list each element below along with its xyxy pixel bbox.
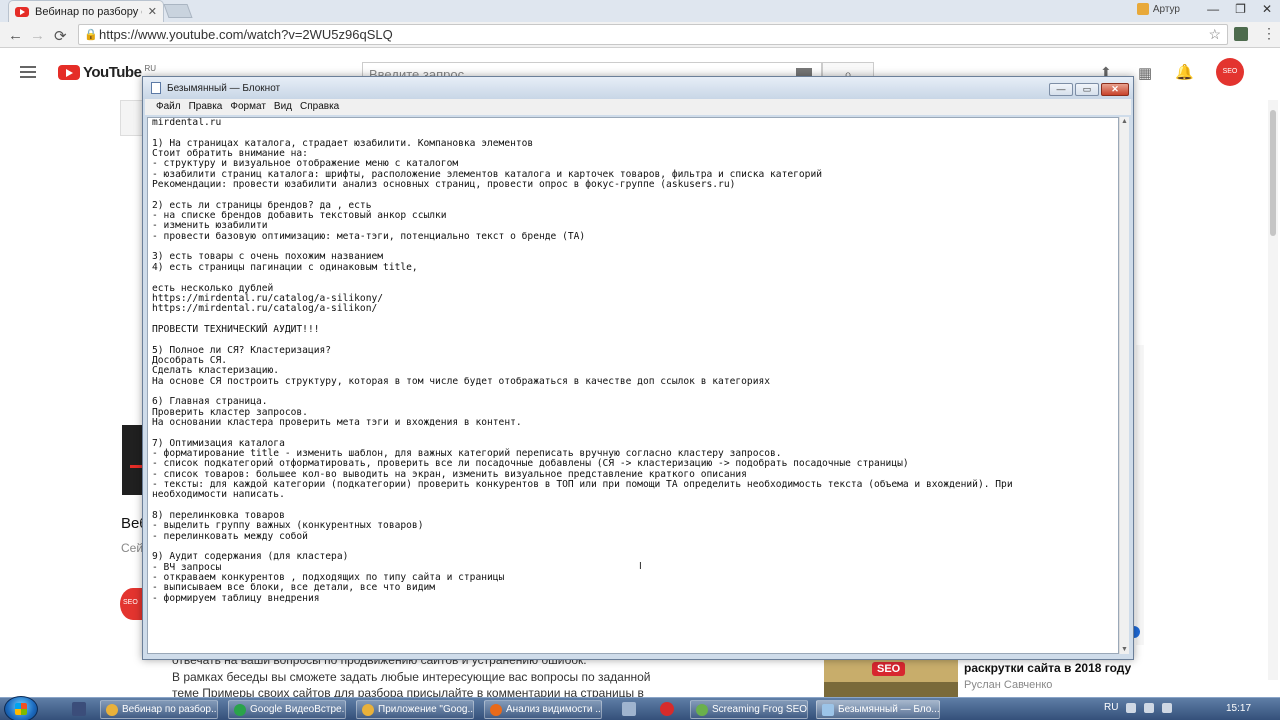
firefox-icon (490, 703, 502, 716)
lock-icon: 🔒 (84, 29, 98, 41)
video-frame-edge (122, 425, 144, 495)
taskbar-item-label: Screaming Frog SEO ... (712, 704, 808, 715)
recommended-thumbnail[interactable]: SEO (824, 660, 958, 702)
window-controls: — ❐ ✕ (1207, 2, 1272, 16)
chrome-icon (362, 703, 374, 716)
notepad-icon (822, 703, 834, 716)
taskbar-item-chrome-app[interactable]: Приложение "Goog... (356, 700, 474, 719)
reload-icon[interactable]: ⟳ (54, 27, 67, 45)
notepad-menubar: Файл Правка Формат Вид Справка (145, 99, 1131, 115)
notepad-window: Безымянный — Блокнот — ▭ ✕ Файл Правка Ф… (142, 76, 1134, 660)
volume-icon[interactable] (1162, 702, 1173, 713)
chrome-menu-icon[interactable]: ⋮ (1262, 25, 1276, 42)
description-line: В рамках беседы вы сможете задать любые … (172, 670, 651, 684)
address-bar[interactable]: 🔒 https://www.youtube.com/watch?v=2WU5z9… (78, 24, 1228, 45)
screaming-frog-icon (696, 703, 708, 716)
profile-button[interactable]: Артур (1136, 3, 1180, 15)
scroll-up-icon[interactable]: ▲ (1121, 118, 1128, 125)
taskbar: Вебинар по разбор... Google ВидеоВстре..… (0, 696, 1280, 720)
taskbar-item-label: Вебинар по разбор... (122, 704, 218, 715)
maximize-icon[interactable]: ❐ (1235, 2, 1246, 16)
extension-icon[interactable] (1234, 27, 1248, 41)
menu-format[interactable]: Формат (227, 99, 271, 115)
notepad-scrollbar[interactable]: ▲ ▼ (1119, 117, 1129, 654)
start-button[interactable] (4, 696, 38, 720)
menu-view[interactable]: Вид (271, 99, 297, 115)
language-indicator[interactable]: RU (1104, 702, 1118, 713)
taskbar-item-label: Безымянный — Бло... (838, 704, 940, 715)
browser-tab[interactable]: Вебинар по разбору сай ✕ (8, 0, 164, 22)
text-cursor-icon: I (639, 561, 642, 572)
video-views: Сей (121, 541, 144, 555)
sidebar-edge (1136, 345, 1144, 645)
notepad-content[interactable]: mirdental.ru 1) На страницах каталога, с… (148, 118, 1118, 604)
taskbar-item-screaming-frog[interactable]: Screaming Frog SEO ... (690, 700, 808, 719)
menu-file[interactable]: Файл (153, 99, 186, 115)
tab-close-icon[interactable]: ✕ (148, 5, 157, 18)
back-icon[interactable]: ← (8, 27, 23, 44)
recommended-title[interactable]: раскрутки сайта в 2018 году (964, 661, 1131, 675)
hangouts-icon (234, 703, 246, 716)
taskbar-item-chrome-webinar[interactable]: Вебинар по разбор... (100, 700, 218, 719)
forward-icon[interactable]: → (30, 27, 45, 44)
maximize-button[interactable]: ▭ (1075, 83, 1099, 96)
taskbar-item-label: Анализ видимости ... (506, 704, 602, 715)
notifications-bell-icon[interactable]: 🔔 (1175, 63, 1194, 81)
chrome-icon (106, 703, 118, 716)
url-text: https://www.youtube.com/watch?v=2WU5z96q… (99, 27, 393, 42)
pinned-app-icon[interactable] (72, 702, 86, 716)
avatar[interactable]: SEO (1216, 58, 1244, 86)
opera-icon[interactable] (660, 702, 674, 716)
youtube-region: RU (144, 64, 156, 73)
tray-icon[interactable] (1126, 702, 1137, 713)
taskbar-item-hangouts[interactable]: Google ВидеоВстре... (228, 700, 346, 719)
taskbar-item-label: Приложение "Goog... (378, 704, 474, 715)
system-tray: RU (1104, 702, 1173, 713)
close-icon[interactable]: ✕ (1262, 2, 1272, 16)
notepad-title: Безымянный — Блокнот (167, 83, 281, 94)
taskbar-item-label: Google ВидеоВстре... (250, 704, 346, 715)
windows-logo-icon (15, 703, 27, 715)
notepad-text-area[interactable]: mirdental.ru 1) На страницах каталога, с… (147, 117, 1119, 654)
video-player-edge (120, 100, 144, 136)
thumbnail-badge: SEO (872, 662, 906, 676)
profile-name: Артур (1152, 3, 1180, 15)
profile-icon (1136, 3, 1149, 15)
youtube-play-icon (58, 65, 80, 80)
new-tab-button[interactable] (163, 4, 193, 18)
menu-edit[interactable]: Правка (186, 99, 228, 115)
close-button[interactable]: ✕ (1101, 83, 1129, 96)
pinned-app-icon[interactable] (622, 702, 636, 716)
page-scroll-thumb[interactable] (1270, 110, 1276, 236)
taskbar-item-firefox[interactable]: Анализ видимости ... (484, 700, 602, 719)
minimize-icon[interactable]: — (1207, 2, 1219, 16)
minimize-button[interactable]: — (1049, 83, 1073, 96)
scroll-down-icon[interactable]: ▼ (1121, 646, 1128, 653)
youtube-favicon-icon (15, 6, 29, 17)
taskbar-item-notepad[interactable]: Безымянный — Бло... (816, 700, 940, 719)
notepad-app-icon (151, 82, 161, 94)
menu-help[interactable]: Справка (297, 99, 344, 115)
browser-tabstrip: Вебинар по разбору сай ✕ Артур — ❐ ✕ (0, 0, 1280, 22)
clock[interactable]: 15:17 (1226, 703, 1251, 714)
youtube-wordmark: YouTube (83, 64, 142, 81)
apps-grid-icon[interactable]: ▦ (1138, 64, 1152, 82)
hamburger-menu-icon[interactable] (20, 66, 36, 78)
tab-title: Вебинар по разбору сай (35, 5, 142, 18)
notepad-titlebar[interactable]: Безымянный — Блокнот — ▭ ✕ (143, 77, 1133, 99)
browser-toolbar: ← → ⟳ 🔒 https://www.youtube.com/watch?v=… (0, 22, 1280, 48)
recommended-author[interactable]: Руслан Савченко (964, 679, 1052, 691)
network-icon[interactable] (1144, 702, 1155, 713)
bookmark-star-icon[interactable]: ☆ (1208, 26, 1221, 43)
